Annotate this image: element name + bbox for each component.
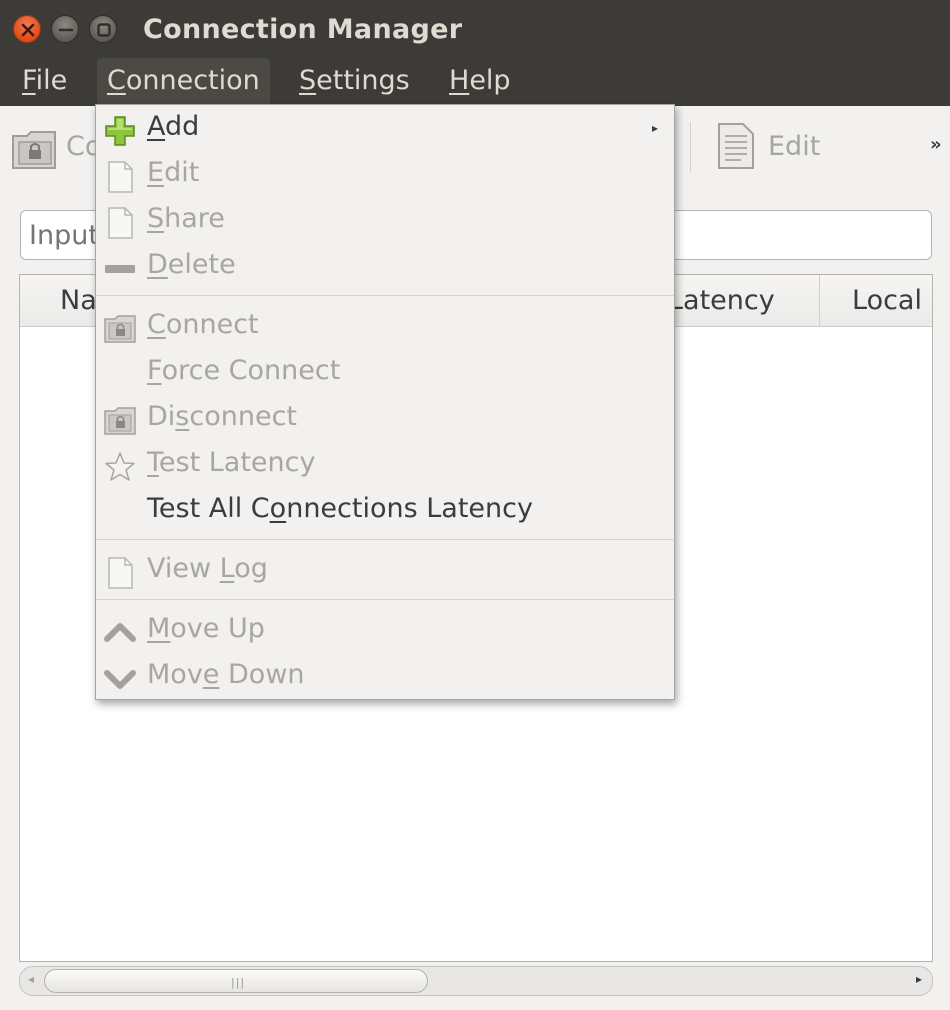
menu-item-test-all-latency[interactable]: Test All Connections Latency (96, 489, 674, 535)
document-icon (108, 207, 133, 239)
minimize-window-button[interactable] (51, 15, 79, 43)
menu-connection[interactable]: Connection (97, 58, 270, 106)
toolbar-separator (690, 122, 691, 172)
lock-folder-icon (104, 407, 136, 435)
menu-item-add[interactable]: Add ▸ (96, 107, 674, 153)
toolbar-overflow-button[interactable]: » (930, 134, 942, 155)
menu-item-move-down[interactable]: Move Down (96, 655, 674, 701)
menu-item-share[interactable]: Share (96, 199, 674, 245)
chevron-down-icon (104, 670, 136, 689)
title-bar: Connection Manager (0, 0, 950, 58)
column-header-name[interactable]: Na (60, 275, 97, 327)
menu-item-disconnect[interactable]: Disconnect (96, 397, 674, 443)
menu-separator (96, 295, 674, 296)
menu-separator (96, 539, 674, 540)
lock-folder-icon (12, 131, 56, 169)
lock-folder-icon (104, 315, 136, 343)
maximize-icon (97, 23, 111, 37)
menu-item-move-up[interactable]: Move Up (96, 609, 674, 655)
menu-settings[interactable]: Settings (289, 58, 420, 106)
maximize-window-button[interactable] (89, 15, 117, 43)
column-header-local[interactable]: Local (852, 275, 922, 327)
scrollbar-thumb[interactable]: ||| (44, 969, 428, 993)
menu-item-test-latency[interactable]: Test Latency (96, 443, 674, 489)
add-icon (105, 116, 135, 146)
menu-item-edit[interactable]: Edit (96, 153, 674, 199)
minimize-icon (58, 28, 74, 32)
menu-help[interactable]: Help (439, 58, 521, 106)
menu-item-delete[interactable]: Delete (96, 245, 674, 291)
scroll-left-icon[interactable]: ◂ (28, 972, 34, 986)
grip-icon: ||| (231, 976, 246, 989)
menu-item-force-connect[interactable]: Force Connect (96, 351, 674, 397)
submenu-arrow-icon: ▸ (652, 121, 659, 135)
document-icon (718, 123, 754, 169)
star-icon (105, 452, 135, 481)
menu-separator (96, 599, 674, 600)
menu-item-connect[interactable]: Connect (96, 305, 674, 351)
toolbar-edit-label: Edit (768, 131, 821, 162)
connection-menu: Add ▸ Edit Share Delete Connect Force Co… (95, 104, 675, 700)
column-header-latency[interactable]: Latency (668, 275, 775, 327)
menu-file[interactable]: File (12, 58, 77, 106)
menu-item-view-log[interactable]: View Log (96, 549, 674, 595)
horizontal-scrollbar[interactable]: ◂ ||| ▸ (19, 966, 933, 996)
scroll-right-icon[interactable]: ▸ (916, 972, 922, 986)
document-icon (108, 557, 133, 589)
document-icon (108, 161, 133, 193)
menu-bar: File Connection Settings Help (0, 58, 950, 106)
close-icon (21, 23, 35, 37)
window-title: Connection Manager (143, 14, 463, 45)
column-divider[interactable] (819, 275, 820, 327)
minus-icon (105, 265, 135, 273)
chevron-up-icon (104, 623, 136, 642)
close-window-button[interactable] (13, 15, 41, 43)
